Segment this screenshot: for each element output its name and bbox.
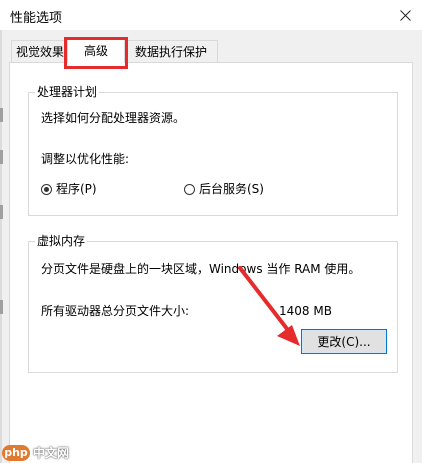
edge-mark bbox=[0, 108, 3, 122]
edge-mark bbox=[0, 150, 3, 164]
tab-data-execution-prevention[interactable]: 数据执行保护 bbox=[124, 40, 218, 62]
radio-selected-icon bbox=[41, 183, 52, 195]
tab-visual-effects[interactable]: 视觉效果 bbox=[11, 40, 69, 62]
window-left-edge bbox=[0, 30, 2, 463]
radio-background-services[interactable]: 后台服务(S) bbox=[184, 181, 264, 197]
edge-mark bbox=[0, 205, 3, 219]
group-legend: 虚拟内存 bbox=[35, 233, 88, 249]
processor-scheduling-group: 处理器计划 选择如何分配处理器资源。 调整以优化性能: 程序(P) 后台服务(S… bbox=[28, 84, 398, 216]
edge-mark bbox=[0, 300, 3, 314]
virtual-memory-group: 虚拟内存 分页文件是硬盘上的一块区域，Windows 当作 RAM 使用。 所有… bbox=[28, 233, 398, 373]
total-paging-value: 1408 MB bbox=[279, 304, 332, 318]
radio-label: 程序(P) bbox=[56, 182, 97, 196]
close-icon bbox=[399, 9, 411, 21]
close-button[interactable] bbox=[388, 0, 422, 30]
window-title: 性能选项 bbox=[10, 11, 63, 26]
radio-unselected-icon bbox=[184, 183, 195, 195]
title-bar: 性能选项 bbox=[0, 0, 422, 30]
total-paging-label: 所有驱动器总分页文件大小: bbox=[41, 304, 190, 318]
change-button-label: 更改(C)... bbox=[317, 335, 371, 349]
paging-file-description: 分页文件是硬盘上的一块区域，Windows 当作 RAM 使用。 bbox=[41, 262, 361, 276]
tab-label: 高级 bbox=[83, 44, 108, 58]
adjust-label: 调整以优化性能: bbox=[41, 152, 130, 166]
change-button[interactable]: 更改(C)... bbox=[301, 329, 387, 354]
radio-label: 后台服务(S) bbox=[199, 182, 264, 196]
tab-advanced[interactable]: 高级 bbox=[67, 37, 125, 63]
tab-label: 视觉效果 bbox=[15, 45, 64, 59]
watermark: php 中文网 bbox=[2, 444, 69, 461]
radio-programs[interactable]: 程序(P) bbox=[41, 181, 97, 197]
watermark-text: 中文网 bbox=[33, 446, 70, 460]
group-legend: 处理器计划 bbox=[35, 84, 100, 100]
tab-panel-advanced: 处理器计划 选择如何分配处理器资源。 调整以优化性能: 程序(P) 后台服务(S… bbox=[9, 62, 413, 463]
processor-description: 选择如何分配处理器资源。 bbox=[41, 111, 186, 125]
watermark-logo: php bbox=[2, 444, 30, 461]
tab-label: 数据执行保护 bbox=[134, 45, 207, 59]
